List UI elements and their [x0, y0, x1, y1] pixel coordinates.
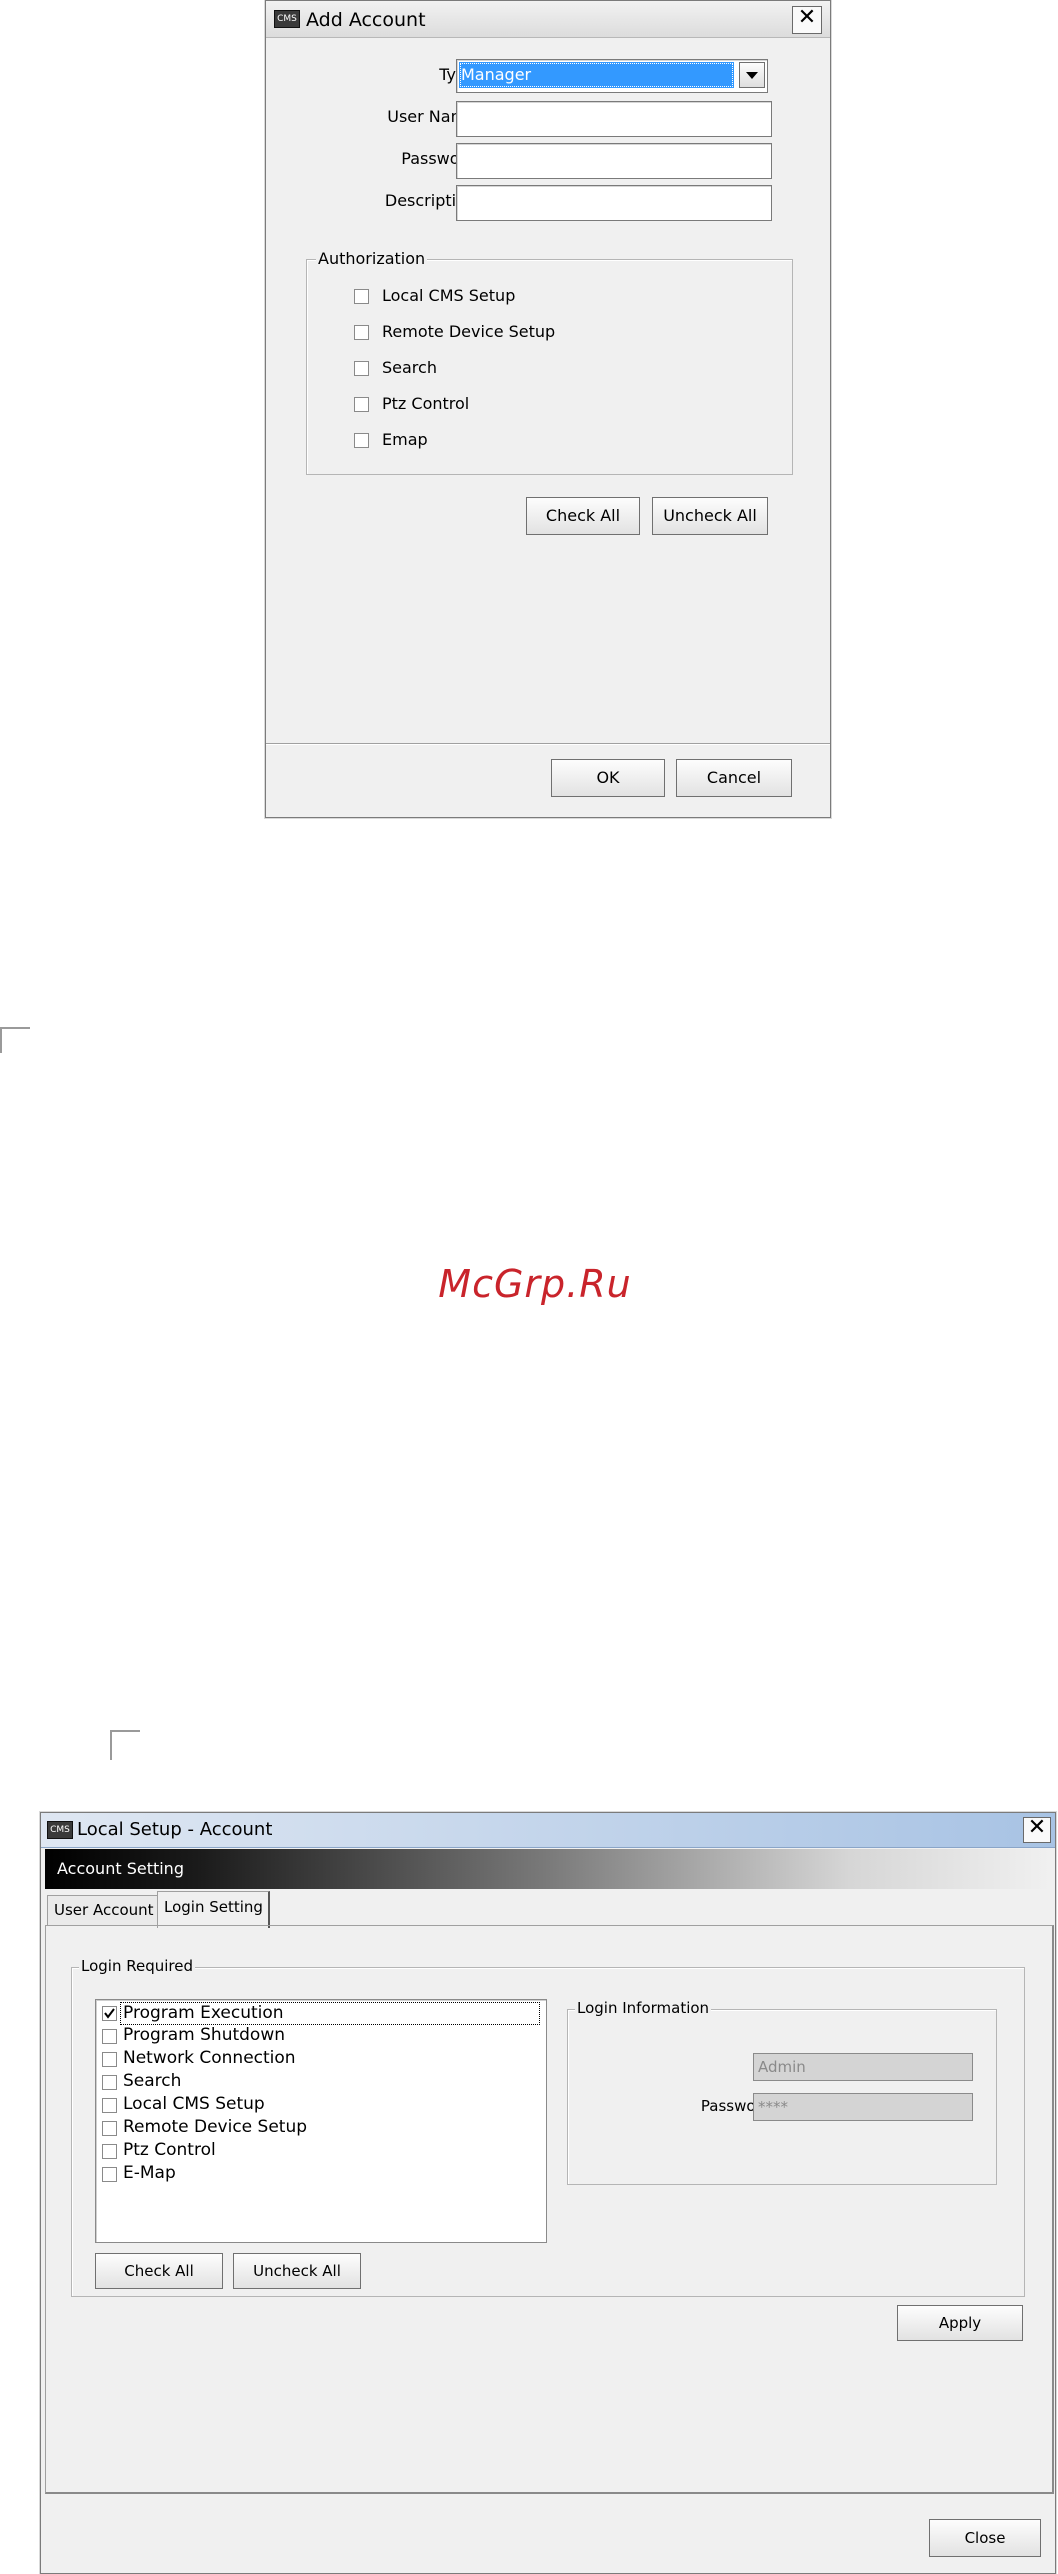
check-all-button[interactable]: Check All	[95, 2253, 223, 2289]
header-title: Account Setting	[57, 1859, 184, 1878]
checkbox-label: Emap	[382, 430, 428, 449]
checkbox-label: Remote Device Setup	[382, 322, 556, 341]
list-item-label: Search	[123, 2071, 182, 2091]
checkbox[interactable]	[102, 2075, 117, 2090]
checkbox[interactable]	[354, 289, 369, 304]
list-item[interactable]: Local CMS Setup	[100, 2094, 540, 2117]
cms-app-icon: CMS	[274, 10, 300, 28]
list-item-label: Program Execution	[120, 2002, 540, 2025]
dropdown-arrow-icon[interactable]	[739, 62, 765, 88]
cms-app-icon: CMS	[47, 1821, 73, 1839]
account-setting-header: Account Setting	[45, 1849, 1051, 1889]
checkbox[interactable]	[354, 433, 369, 448]
list-item-label: E-Map	[123, 2163, 176, 2183]
type-selected-value: Manager	[459, 62, 734, 88]
id-field: Admin	[753, 2053, 973, 2081]
separator	[266, 743, 830, 745]
checkbox-label: Search	[382, 358, 437, 377]
tab-user-account[interactable]: User Account	[47, 1895, 159, 1926]
list-item[interactable]: Ptz Control	[100, 2140, 540, 2163]
id-value: Admin	[758, 2058, 806, 2076]
cancel-button[interactable]: Cancel	[676, 759, 792, 797]
list-item[interactable]: Program Shutdown	[100, 2025, 540, 2048]
authorization-item[interactable]: Search	[354, 358, 654, 382]
password-field: ****	[753, 2093, 973, 2121]
uncheck-all-button[interactable]: Uncheck All	[233, 2253, 361, 2289]
close-button[interactable]: Close	[929, 2519, 1041, 2557]
authorization-item[interactable]: Ptz Control	[354, 394, 654, 418]
checkbox[interactable]	[102, 2098, 117, 2113]
checkbox-label: Ptz Control	[382, 394, 470, 413]
authorization-item[interactable]: Remote Device Setup	[354, 322, 654, 346]
checkbox-artifact	[0, 1027, 30, 1053]
type-select[interactable]: Manager	[456, 59, 768, 93]
local-setup-window: CMS Local Setup - Account ✕ Account Sett…	[40, 1812, 1056, 2574]
add-account-dialog: CMS Add Account ✕ Type Manager User Name…	[265, 0, 831, 818]
checkbox-artifact	[110, 1730, 140, 1760]
window-title: Local Setup - Account	[77, 1819, 273, 1840]
checkbox[interactable]	[354, 397, 369, 412]
checkbox-label: Local CMS Setup	[382, 286, 516, 305]
ok-button[interactable]: OK	[551, 759, 665, 797]
close-icon[interactable]: ✕	[792, 6, 822, 34]
list-item[interactable]: Search	[100, 2071, 540, 2094]
password-label: Password	[700, 2097, 771, 2115]
checkbox[interactable]	[102, 2029, 117, 2044]
username-input[interactable]	[456, 101, 772, 137]
description-input[interactable]	[456, 185, 772, 221]
checkmark-icon	[104, 2008, 115, 2019]
checkbox[interactable]	[102, 2121, 117, 2136]
checkbox-checked[interactable]	[102, 2006, 117, 2021]
checkbox[interactable]	[102, 2144, 117, 2159]
dialog-title: Add Account	[306, 9, 426, 31]
checkbox[interactable]	[102, 2167, 117, 2182]
list-item-label: Ptz Control	[123, 2140, 216, 2160]
description-label: Description	[384, 191, 476, 210]
list-item-label: Local CMS Setup	[123, 2094, 265, 2114]
login-information-title: Login Information	[575, 1999, 712, 2017]
apply-button[interactable]: Apply	[897, 2305, 1023, 2341]
checkbox[interactable]	[354, 325, 369, 340]
title-bar: CMS Local Setup - Account ✕	[41, 1813, 1055, 1848]
login-items-list[interactable]: Program Execution Program Shutdown Netwo…	[95, 1999, 547, 2243]
authorization-title: Authorization	[316, 249, 428, 268]
tab-login-setting[interactable]: Login Setting	[157, 1891, 270, 1928]
list-item-label: Program Shutdown	[123, 2025, 286, 2045]
tab-label: User Account	[54, 1901, 154, 1919]
authorization-item[interactable]: Local CMS Setup	[354, 286, 654, 310]
password-value: ****	[758, 2098, 788, 2116]
list-item[interactable]: Network Connection	[100, 2048, 540, 2071]
title-bar: CMS Add Account ✕	[266, 1, 830, 38]
checkbox[interactable]	[102, 2052, 117, 2067]
check-all-button[interactable]: Check All	[526, 497, 640, 535]
checkbox[interactable]	[354, 361, 369, 376]
list-item[interactable]: E-Map	[100, 2163, 540, 2186]
list-item[interactable]: Program Execution	[100, 2002, 540, 2025]
list-item[interactable]: Remote Device Setup	[100, 2117, 540, 2140]
close-icon[interactable]: ✕	[1023, 1817, 1051, 1843]
list-item-label: Network Connection	[123, 2048, 296, 2068]
tab-label: Login Setting	[164, 1898, 263, 1916]
uncheck-all-button[interactable]: Uncheck All	[652, 497, 768, 535]
watermark: McGrp.Ru	[438, 1262, 632, 1306]
list-item-label: Remote Device Setup	[123, 2117, 308, 2137]
password-input[interactable]	[456, 143, 772, 179]
authorization-item[interactable]: Emap	[354, 430, 654, 454]
login-required-title: Login Required	[79, 1957, 195, 1975]
